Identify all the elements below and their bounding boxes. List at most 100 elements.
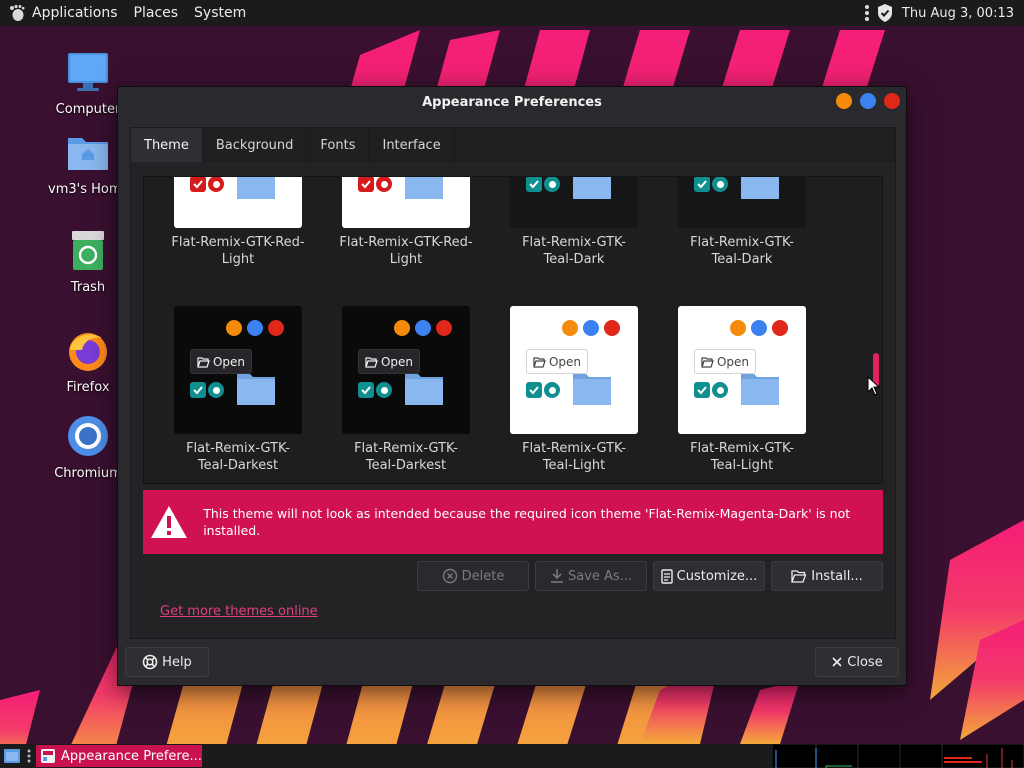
- warning-icon: [143, 490, 195, 554]
- radio-preview-icon: [544, 177, 560, 192]
- appearance-app-icon: [41, 749, 55, 763]
- folder-icon: [741, 374, 779, 405]
- theme-item[interactable]: Open Flat-Remix-GTK- Teal-Light: [490, 306, 658, 474]
- radio-preview-icon: [208, 177, 224, 192]
- taskbar-window-label: Appearance Prefere...: [61, 748, 202, 764]
- desktop-icon-chromium[interactable]: Chromium: [48, 414, 128, 481]
- radio-preview-icon: [376, 382, 392, 398]
- folder-icon: [237, 374, 275, 405]
- save-as-button[interactable]: Save As...: [535, 561, 647, 591]
- theme-item[interactable]: Flat-Remix-GTK-Red- Light: [322, 177, 490, 268]
- theme-thumbnail: [678, 177, 806, 228]
- theme-name: Flat-Remix-GTK- Teal-Light: [522, 441, 626, 473]
- theme-thumbnail: Open: [678, 306, 806, 434]
- applications-menu[interactable]: Applications: [0, 0, 126, 26]
- window-close-button[interactable]: [884, 93, 900, 109]
- theme-name: Flat-Remix-GTK- Teal-Dark: [522, 235, 626, 267]
- preferences-notebook: Theme Background Fonts Interface Flat-Re…: [130, 127, 896, 639]
- desktop-icon-firefox[interactable]: Firefox: [48, 328, 128, 395]
- theme-name: Flat-Remix-GTK- Teal-Darkest: [186, 441, 290, 473]
- maximize-button[interactable]: [860, 93, 876, 109]
- document-edit-icon: [660, 569, 673, 584]
- tab-fonts[interactable]: Fonts: [307, 128, 370, 162]
- chromium-icon: [68, 416, 108, 456]
- checkbox-preview-icon: [526, 382, 542, 398]
- system-menu[interactable]: System: [186, 0, 254, 26]
- folder-icon: [237, 177, 275, 199]
- tab-interface[interactable]: Interface: [369, 128, 455, 162]
- folder-open-icon: [197, 356, 210, 368]
- gnome-foot-icon: [10, 4, 25, 21]
- theme-list[interactable]: Flat-Remix-GTK-Red- Light Flat-Remix-GTK-…: [143, 176, 883, 484]
- close-button[interactable]: Close: [815, 647, 899, 677]
- system-monitor-graph[interactable]: [772, 744, 1024, 768]
- radio-preview-icon: [544, 382, 560, 398]
- help-lifebuoy-icon: [142, 654, 158, 670]
- delete-button[interactable]: Delete: [417, 561, 529, 591]
- desktop-icon-label: Trash: [70, 280, 106, 295]
- theme-list-scrollbar[interactable]: [872, 179, 880, 481]
- checkbox-preview-icon: [526, 177, 542, 192]
- show-desktop-icon[interactable]: [3, 747, 21, 765]
- radio-preview-icon: [712, 382, 728, 398]
- clock[interactable]: Thu Aug 3, 00:13: [902, 6, 1014, 21]
- top-panel: Applications Places System Thu Aug 3, 00…: [0, 0, 1024, 26]
- theme-thumbnail: [174, 177, 302, 228]
- theme-thumbnail: Open: [510, 306, 638, 434]
- theme-name: Flat-Remix-GTK-Red- Light: [171, 235, 305, 267]
- dialog-titlebar[interactable]: Appearance Preferences: [118, 87, 906, 117]
- theme-name: Flat-Remix-GTK- Teal-Darkest: [354, 441, 458, 473]
- trash-icon: [72, 231, 104, 270]
- download-icon: [550, 569, 563, 583]
- taskbar-window-appearance[interactable]: Appearance Prefere...: [36, 745, 202, 767]
- folder-open-icon: [791, 570, 807, 583]
- folder-open-icon: [365, 356, 378, 368]
- shield-icon[interactable]: [876, 3, 894, 23]
- warning-message: This theme will not look as intended bec…: [203, 506, 851, 538]
- radio-preview-icon: [712, 177, 728, 192]
- vertical-dots-icon[interactable]: [864, 4, 870, 22]
- install-button[interactable]: Install...: [771, 561, 883, 591]
- tab-theme[interactable]: Theme: [131, 128, 203, 162]
- computer-icon: [68, 53, 108, 91]
- delete-icon: [442, 568, 457, 584]
- folder-open-icon: [533, 356, 546, 368]
- theme-thumbnail: [510, 177, 638, 228]
- home-folder-icon: [68, 138, 108, 170]
- theme-item[interactable]: Flat-Remix-GTK- Teal-Dark: [490, 177, 658, 268]
- theme-actions: Delete Save As... Customize... Install..…: [417, 561, 883, 591]
- theme-item[interactable]: Open Flat-Remix-GTK- Teal-Darkest: [154, 306, 322, 474]
- checkbox-preview-icon: [358, 177, 374, 192]
- bottom-panel: Appearance Prefere...: [0, 744, 1024, 768]
- desktop-icon-label: Chromium: [54, 466, 122, 481]
- customize-button[interactable]: Customize...: [653, 561, 765, 591]
- tab-background[interactable]: Background: [203, 128, 308, 162]
- desktop-icon-label: Firefox: [66, 380, 110, 395]
- theme-item[interactable]: Open Flat-Remix-GTK- Teal-Darkest: [322, 306, 490, 474]
- theme-thumbnail: [342, 177, 470, 228]
- theme-item[interactable]: Flat-Remix-GTK- Teal-Dark: [658, 177, 826, 268]
- checkbox-preview-icon: [190, 177, 206, 192]
- theme-item[interactable]: Flat-Remix-GTK-Red- Light: [154, 177, 322, 268]
- desktop-icon-home[interactable]: vm3's Home: [48, 130, 128, 197]
- minimize-button[interactable]: [836, 93, 852, 109]
- theme-name: Flat-Remix-GTK-Red- Light: [339, 235, 473, 267]
- desktop-icon-label: vm3's Home: [48, 182, 128, 197]
- dialog-title: Appearance Preferences: [422, 94, 602, 110]
- folder-icon: [405, 177, 443, 199]
- tab-bar: Theme Background Fonts Interface: [131, 128, 895, 162]
- get-more-themes-link[interactable]: Get more themes online: [160, 604, 318, 619]
- folder-icon: [741, 177, 779, 199]
- checkbox-preview-icon: [190, 382, 206, 398]
- places-menu[interactable]: Places: [126, 0, 187, 26]
- folder-icon: [573, 374, 611, 405]
- vertical-dots-icon: [27, 749, 31, 763]
- help-button[interactable]: Help: [125, 647, 209, 677]
- radio-preview-icon: [376, 177, 392, 192]
- close-icon: [832, 657, 842, 667]
- desktop-icon-trash[interactable]: Trash: [48, 228, 128, 295]
- desktop-icon-label: Computer: [55, 102, 121, 117]
- desktop-icon-computer[interactable]: Computer: [48, 50, 128, 117]
- theme-item[interactable]: Open Flat-Remix-GTK- Teal-Light: [658, 306, 826, 474]
- checkbox-preview-icon: [694, 177, 710, 192]
